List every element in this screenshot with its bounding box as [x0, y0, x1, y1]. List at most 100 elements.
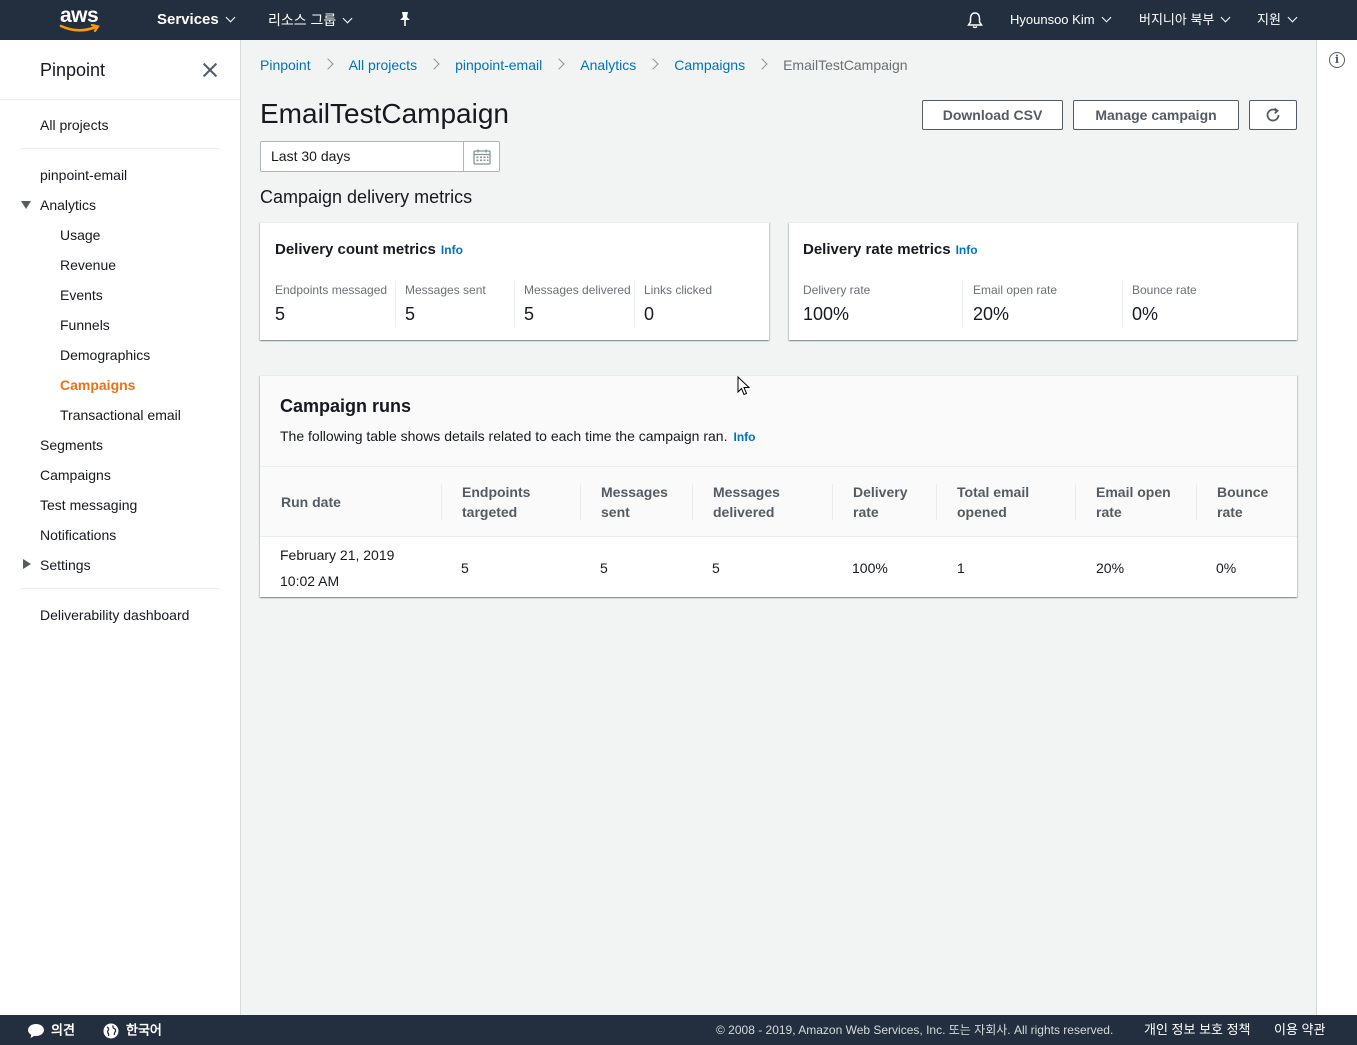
services-label: Services: [157, 11, 219, 28]
header-line: Run date: [281, 494, 341, 510]
sidebar-item-funnels[interactable]: Funnels: [60, 317, 110, 333]
breadcrumb-project[interactable]: pinpoint-email: [455, 57, 542, 73]
header-line: Email open: [1096, 484, 1171, 500]
header-line: delivered: [713, 504, 775, 520]
delivery-count-title-text: Delivery count metrics: [275, 241, 436, 258]
divider: [692, 484, 693, 520]
email-open-rate-cell: 20%: [1096, 560, 1125, 576]
breadcrumb-analytics[interactable]: Analytics: [580, 57, 636, 73]
column-header-endpoints-targeted[interactable]: Endpoints targeted: [462, 482, 530, 522]
pin-button[interactable]: [398, 11, 412, 29]
close-icon[interactable]: [201, 61, 219, 79]
divider: [962, 281, 963, 327]
sidebar-item-analytics-campaigns[interactable]: Campaigns: [60, 377, 135, 393]
sidebar-item-project[interactable]: pinpoint-email: [40, 167, 127, 183]
info-link[interactable]: Info: [441, 243, 463, 257]
divider: [441, 484, 442, 520]
sidebar-item-deliverability-dashboard[interactable]: Deliverability dashboard: [40, 607, 189, 623]
column-header-messages-sent[interactable]: Messages sent: [601, 482, 668, 522]
manage-campaign-button[interactable]: Manage campaign: [1073, 100, 1239, 130]
sidebar-item-demographics[interactable]: Demographics: [60, 347, 150, 363]
resource-groups-menu[interactable]: 리소스 그룹: [268, 0, 353, 40]
divider: [832, 484, 833, 520]
calendar-button[interactable]: [463, 142, 500, 171]
delivery-count-card: Delivery count metrics Info Endpoints mes…: [260, 222, 769, 340]
pin-icon: [400, 12, 410, 26]
chevron-right-icon: [321, 58, 334, 70]
caret-down-icon[interactable]: [21, 201, 31, 209]
divider: [580, 484, 581, 520]
total-email-opened-cell: 1: [957, 560, 965, 576]
sidebar-item-settings[interactable]: Settings: [40, 557, 91, 573]
divider: [1075, 484, 1076, 520]
campaign-runs-description-text: The following table shows details relate…: [280, 428, 728, 444]
services-menu[interactable]: Services: [157, 0, 236, 40]
resource-groups-label: 리소스 그룹: [268, 12, 337, 28]
breadcrumb-current: EmailTestCampaign: [783, 57, 908, 74]
sidebar-item-test-messaging[interactable]: Test messaging: [40, 497, 137, 513]
info-link[interactable]: Info: [733, 430, 755, 444]
page-title: EmailTestCampaign: [260, 98, 509, 129]
chevron-down-icon: [1287, 12, 1298, 23]
feedback-button[interactable]: 의견: [27, 1015, 75, 1045]
divider: [0, 99, 240, 100]
sidebar-item-campaigns[interactable]: Campaigns: [40, 467, 111, 483]
breadcrumb-campaigns[interactable]: Campaigns: [674, 57, 745, 73]
sidebar-item-transactional-email[interactable]: Transactional email: [60, 407, 181, 423]
refresh-button[interactable]: [1249, 100, 1297, 130]
delivery-count-title: Delivery count metrics Info: [275, 241, 463, 258]
notifications-button[interactable]: [966, 11, 984, 29]
sidebar-item-notifications[interactable]: Notifications: [40, 527, 116, 543]
column-header-bounce-rate[interactable]: Bounce rate: [1217, 482, 1268, 522]
header-line: sent: [601, 504, 630, 520]
calendar-icon: [473, 149, 491, 165]
header-line: rate: [853, 504, 879, 520]
metric-label: Links clicked: [644, 283, 713, 297]
privacy-policy-link[interactable]: 개인 정보 보호 정책: [1144, 1015, 1251, 1045]
column-header-run-date[interactable]: Run date: [281, 492, 341, 512]
breadcrumb-pinpoint[interactable]: Pinpoint: [260, 57, 311, 73]
column-header-email-open-rate[interactable]: Email open rate: [1096, 482, 1171, 522]
divider: [20, 148, 220, 149]
chevron-right-icon: [553, 58, 565, 70]
metric-label: Delivery rate: [803, 283, 871, 297]
run-date: February 21, 2019: [280, 547, 395, 563]
delivery-rate-title: Delivery rate metrics Info: [803, 241, 978, 258]
user-menu[interactable]: Hyounsoo Kim: [1010, 0, 1111, 40]
caret-right-icon[interactable]: [23, 559, 31, 569]
side-navigation: Pinpoint All projects pinpoint-email Ana…: [0, 40, 241, 1015]
info-icon[interactable]: i: [1329, 52, 1345, 68]
sidebar-item-all-projects[interactable]: All projects: [40, 117, 108, 133]
sidebar-item-analytics[interactable]: Analytics: [40, 197, 96, 213]
aws-logo[interactable]: aws: [58, 4, 104, 36]
sidebar-item-revenue[interactable]: Revenue: [60, 257, 116, 273]
column-header-total-email-opened[interactable]: Total email opened: [957, 482, 1029, 522]
sidebar-item-usage[interactable]: Usage: [60, 227, 100, 243]
region-menu[interactable]: 버지니아 북부: [1139, 0, 1231, 40]
column-header-messages-delivered[interactable]: Messages delivered: [713, 482, 780, 522]
info-link[interactable]: Info: [956, 243, 978, 257]
support-menu[interactable]: 지원: [1257, 0, 1298, 40]
sidebar-item-segments[interactable]: Segments: [40, 437, 103, 453]
top-navigation: aws Services 리소스 그룹 Hyounsoo Kim 버지니아 북부…: [0, 0, 1357, 40]
messages-delivered-cell: 5: [712, 560, 720, 576]
region-label: 버지니아 북부: [1139, 12, 1215, 27]
bell-icon: [967, 12, 983, 29]
header-line: opened: [957, 504, 1007, 520]
breadcrumb-all-projects[interactable]: All projects: [349, 57, 417, 73]
refresh-icon: [1266, 107, 1280, 122]
language-selector[interactable]: 한국어: [103, 1015, 162, 1045]
download-csv-button[interactable]: Download CSV: [922, 100, 1063, 130]
metric-label: Email open rate: [973, 283, 1058, 297]
aws-smile-icon: [59, 24, 100, 33]
column-header-delivery-rate[interactable]: Delivery rate: [853, 482, 907, 522]
terms-link[interactable]: 이용 약관: [1274, 1015, 1325, 1045]
header-line: targeted: [462, 504, 518, 520]
sidebar-item-events[interactable]: Events: [60, 287, 103, 303]
divider: [514, 281, 515, 327]
metric-value: 5: [524, 304, 535, 324]
sidebar-title[interactable]: Pinpoint: [40, 60, 105, 81]
metric-value: 0%: [1132, 304, 1159, 324]
metric-label: Endpoints messaged: [275, 283, 388, 297]
date-range-picker[interactable]: Last 30 days: [260, 141, 500, 172]
